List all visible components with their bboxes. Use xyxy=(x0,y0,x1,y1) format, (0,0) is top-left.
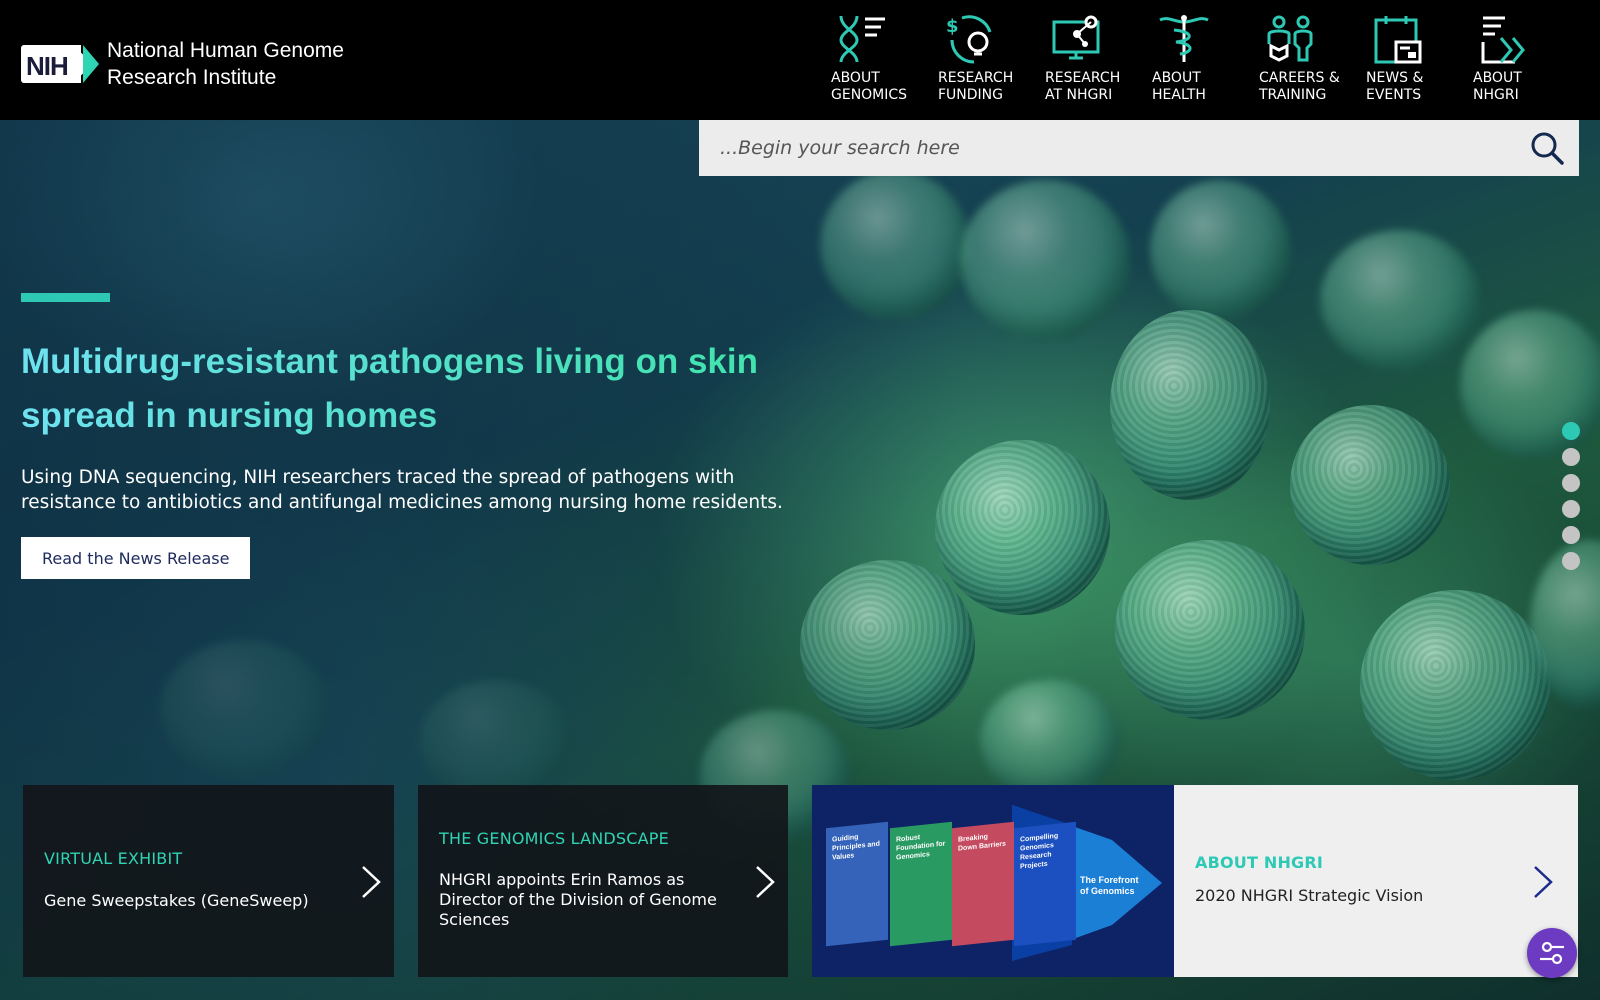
site-header: NIH National Human Genome Research Insti… xyxy=(0,0,1600,120)
feature-card-about-nhgri[interactable]: ABOUT NHGRI 2020 NHGRI Strategic Vision xyxy=(1174,785,1578,977)
monitor-network-icon xyxy=(1052,15,1100,60)
nav-about-nhgri[interactable]: ABOUT NHGRI xyxy=(1465,14,1572,104)
search-input[interactable] xyxy=(699,120,1515,176)
feature-card-virtual-exhibit[interactable]: VIRTUAL EXHIBIT Gene Sweepstakes (GeneSw… xyxy=(23,785,394,977)
nav-label: ABOUT NHGRI xyxy=(1473,70,1522,103)
dollar-lightbulb-icon: $ xyxy=(946,15,992,64)
site-logo[interactable]: NIH National Human Genome Research Insti… xyxy=(21,37,344,91)
search-button[interactable] xyxy=(1515,120,1579,176)
nav-about-genomics[interactable]: ABOUT GENOMICS xyxy=(823,14,930,104)
carousel-dot-1[interactable] xyxy=(1562,422,1580,440)
main-nav: ABOUT GENOMICS $ RESEARCH FUNDING RESEAR… xyxy=(823,14,1572,104)
svg-text:$: $ xyxy=(946,16,959,37)
accessibility-settings-button[interactable] xyxy=(1527,928,1577,978)
carousel-dot-2[interactable] xyxy=(1562,448,1580,466)
card-kicker: VIRTUAL EXHIBIT xyxy=(44,849,183,868)
vision-panel-3: Breaking Down Barriers xyxy=(952,821,1014,947)
nav-news-events[interactable]: NEWS & EVENTS xyxy=(1358,14,1465,104)
nav-label: CAREERS & TRAINING xyxy=(1259,70,1340,103)
institute-name-line2: Research Institute xyxy=(107,66,277,89)
vision-panel-4: Compelling Genomics Research Projects xyxy=(1014,821,1076,947)
nav-label: RESEARCH FUNDING xyxy=(938,70,1014,103)
card-kicker: THE GENOMICS LANDSCAPE xyxy=(439,829,669,848)
institute-name: National Human Genome Research Institute xyxy=(107,37,344,91)
caduceus-icon xyxy=(1159,15,1209,62)
carousel-dot-6[interactable] xyxy=(1562,552,1580,570)
dna-list-icon xyxy=(839,15,885,63)
carousel-dot-5[interactable] xyxy=(1562,526,1580,544)
nav-research-funding[interactable]: $ RESEARCH FUNDING xyxy=(930,14,1037,104)
search-icon xyxy=(1531,132,1564,165)
hero-summary: Using DNA sequencing, NIH researchers tr… xyxy=(21,467,783,513)
document-arrow-icon xyxy=(1481,16,1525,64)
nav-label: ABOUT GENOMICS xyxy=(831,70,908,103)
people-book-icon xyxy=(1267,15,1313,62)
nav-label: ABOUT HEALTH xyxy=(1152,70,1206,103)
nav-careers-training[interactable]: CAREERS & TRAINING xyxy=(1251,14,1358,104)
hero-carousel: Multidrug-resistant pathogens living on … xyxy=(0,120,1600,1000)
nih-abbrev: NIH xyxy=(26,51,69,81)
carousel-dot-4[interactable] xyxy=(1562,500,1580,518)
read-news-release-button[interactable]: Read the News Release xyxy=(21,537,251,579)
chevron-right-icon xyxy=(756,866,775,898)
chevron-right-icon xyxy=(362,866,381,898)
sliders-icon xyxy=(1540,941,1564,965)
nav-label: NEWS & EVENTS xyxy=(1366,70,1424,103)
calendar-icon xyxy=(1374,16,1422,64)
nav-label: RESEARCH AT NHGRI xyxy=(1045,70,1121,103)
carousel-pagination xyxy=(1562,422,1580,570)
vision-panel-1: Guiding Principles and Values xyxy=(826,821,888,947)
vision-panel-5: The Forefront of Genomics xyxy=(1080,875,1139,896)
nih-logo-badge: NIH xyxy=(21,41,99,87)
card-kicker: ABOUT NHGRI xyxy=(1195,853,1324,872)
search-bar xyxy=(699,120,1579,176)
card-title: NHGRI appoints Erin Ramos as Director of… xyxy=(439,870,717,929)
hero-headline[interactable]: Multidrug-resistant pathogens living on … xyxy=(21,335,821,443)
vision-panel-2: Robust Foundation for Genomics xyxy=(890,821,952,947)
nav-about-health[interactable]: ABOUT HEALTH xyxy=(1144,14,1251,104)
strategic-vision-graphic[interactable]: Guiding Principles and Values Robust Fou… xyxy=(812,785,1174,977)
card-title: Gene Sweepstakes (GeneSweep) xyxy=(44,891,309,910)
institute-name-line1: National Human Genome xyxy=(107,39,344,62)
carousel-dot-3[interactable] xyxy=(1562,474,1580,492)
nav-research-at-nhgri[interactable]: RESEARCH AT NHGRI xyxy=(1037,14,1144,104)
card-title: 2020 NHGRI Strategic Vision xyxy=(1195,886,1424,905)
chevron-right-icon xyxy=(1534,866,1553,898)
feature-card-genomics-landscape[interactable]: THE GENOMICS LANDSCAPE NHGRI appoints Er… xyxy=(418,785,788,977)
headline-accent-bar xyxy=(21,293,110,302)
